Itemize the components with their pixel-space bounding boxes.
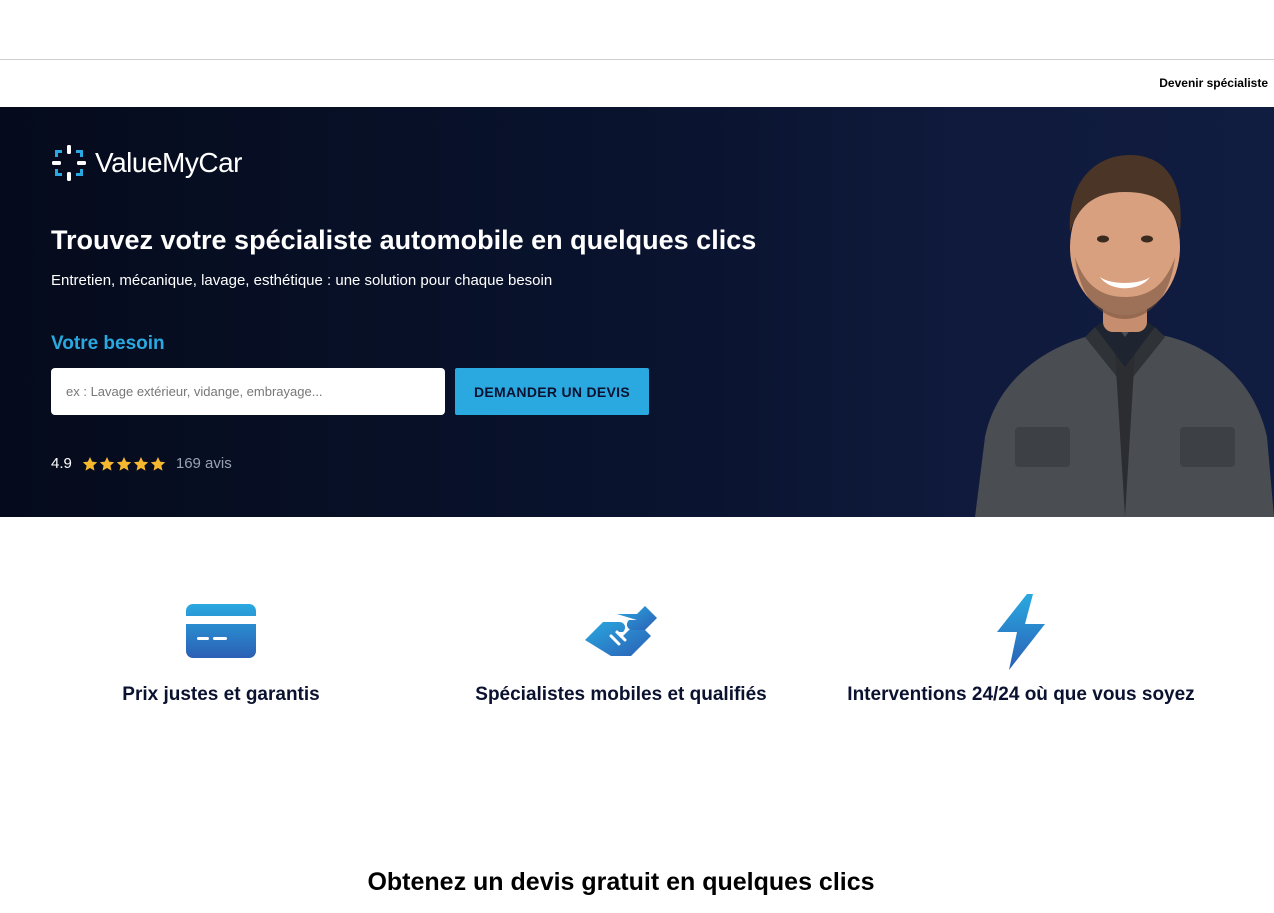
lightning-icon — [997, 594, 1045, 670]
rating-score: 4.9 — [51, 455, 72, 472]
rating-count: 169 avis — [175, 455, 232, 472]
logo[interactable]: ValueMyCar — [51, 144, 242, 182]
rating-stars — [82, 456, 166, 472]
hero-subtitle: Entretien, mécanique, lavage, esthétique… — [51, 272, 553, 289]
need-search-input[interactable] — [51, 368, 445, 415]
navbar: Devenir spécialiste — [0, 60, 1274, 107]
star-icon — [150, 456, 166, 471]
request-quote-button[interactable]: DEMANDER UN DEVIS — [455, 368, 649, 415]
mechanic-portrait-image — [975, 155, 1274, 517]
star-icon — [116, 456, 132, 471]
feature-label: Interventions 24/24 où que vous soyez — [847, 684, 1195, 705]
hero-section: ValueMyCar Trouvez votre spécialiste aut… — [0, 107, 1274, 517]
features-section: Prix justes et garantis Spécialistes mob… — [0, 517, 1274, 777]
hero-title: Trouvez votre spécialiste automobile en … — [51, 225, 757, 255]
star-icon — [133, 456, 149, 471]
rating-summary: 4.9 169 avis — [51, 455, 232, 472]
become-specialist-link[interactable]: Devenir spécialiste — [1159, 76, 1268, 90]
quote-section-title: Obtenez un devis gratuit en quelques cli… — [367, 868, 875, 896]
top-bar — [0, 0, 1274, 60]
star-icon — [99, 456, 115, 471]
need-label: Votre besoin — [51, 333, 165, 354]
feature-fair-prices: Prix justes et garantis — [21, 592, 421, 707]
feature-24-7-interventions: Interventions 24/24 où que vous soyez — [821, 592, 1221, 707]
feature-label: Spécialistes mobiles et qualifiés — [475, 684, 767, 705]
feature-label: Prix justes et garantis — [122, 684, 320, 705]
logo-mark-icon — [52, 145, 86, 181]
star-icon — [82, 456, 98, 471]
brand-name: ValueMyCar — [95, 147, 242, 178]
feature-mobile-specialists: Spécialistes mobiles et qualifiés — [421, 592, 821, 707]
handshake-icon — [585, 606, 657, 656]
credit-card-icon — [186, 604, 256, 658]
